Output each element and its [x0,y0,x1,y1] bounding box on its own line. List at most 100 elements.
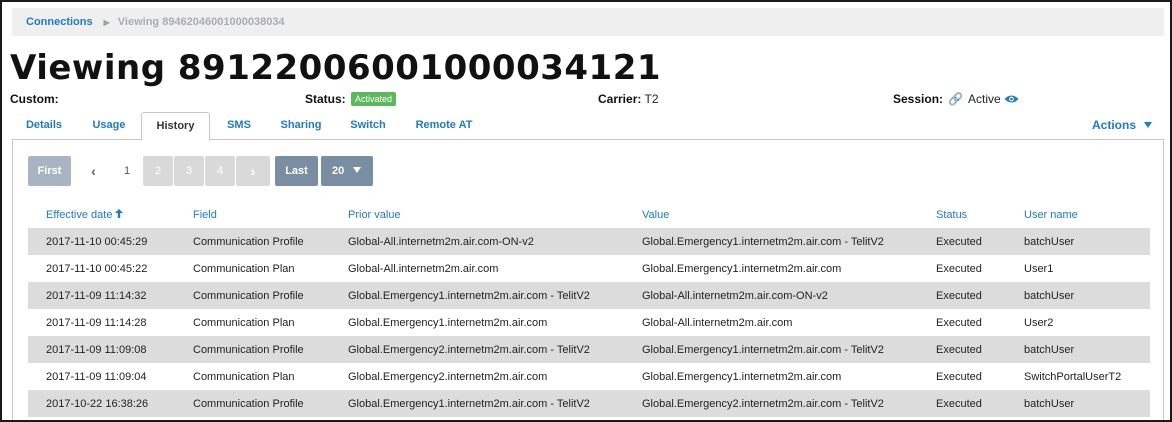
tab-switch[interactable]: Switch [340,112,396,140]
cell-effective-date: 2017-10-22 16:38:26 [46,398,149,410]
column-header-field[interactable]: Field [193,209,217,221]
breadcrumb-connections-link[interactable]: Connections [26,16,93,28]
cell-value: Global.Emergency1.internetm2m.air.com - … [642,236,884,248]
cell-field: Communication Profile [193,236,304,248]
cell-value: Global.Emergency2.internetm2m.air.com - … [642,398,884,410]
cell-status: Executed [936,344,982,356]
history-panel: First ‹ 1 2 3 4 › Last 20 Effective date… [12,140,1164,420]
tab-history[interactable]: History [141,112,210,141]
cell-field: Communication Plan [193,317,295,329]
cell-prior-value: Global.Emergency1.internetm2m.air.com - … [348,290,590,302]
cell-status: Executed [936,263,982,275]
cell-value: Global-All.internetm2m.air.com [642,317,793,329]
tab-bar: Details Usage History SMS Sharing Switch… [12,112,1164,141]
carrier-info: Carrier: T2 [598,92,659,106]
page-button-2[interactable]: 2 [143,156,173,186]
page-size-value: 20 [332,165,345,177]
tab-details[interactable]: Details [12,112,76,140]
cell-effective-date: 2017-11-09 11:14:32 [46,290,147,302]
cell-prior-value: Global.Emergency1.internetm2m.air.com [348,317,548,329]
history-table: Effective date Field Prior value Value S… [28,202,1150,417]
chevron-right-icon: › [250,163,256,179]
breadcrumb-current: Viewing 89462046001000038034 [117,16,285,28]
cell-status: Executed [936,371,982,383]
cell-value: Global-All.internetm2m.air.com-ON-v2 [642,290,828,302]
breadcrumb-separator-icon: ▶ [103,17,110,27]
cell-field: Communication Profile [193,398,304,410]
table-row[interactable]: 2017-10-22 16:38:26 Communication Profile… [28,390,1150,417]
carrier-label: Carrier: [598,92,642,106]
first-page-button[interactable]: First [28,156,71,186]
app-frame: Connections ▶ Viewing 894620460010000380… [0,0,1172,422]
cell-field: Communication Plan [193,371,295,383]
cell-prior-value: Global.Emergency2.internetm2m.air.com - … [348,344,590,356]
cell-status: Executed [936,236,982,248]
table-row[interactable]: 2017-11-09 11:14:28 Communication Plan Glo… [28,309,1150,336]
cell-value: Global.Emergency1.internetm2m.air.com [642,371,842,383]
sort-ascending-icon [115,209,124,221]
table-row[interactable]: 2017-11-10 00:45:29 Communication Profile… [28,228,1150,255]
cell-prior-value: Global.Emergency2.internetm2m.air.com [348,371,548,383]
column-header-effective-date[interactable]: Effective date [46,209,124,221]
cell-user-name: batchUser [1024,344,1075,356]
actions-dropdown[interactable]: Actions [1092,112,1152,138]
cell-effective-date: 2017-11-10 00:45:29 [46,236,148,248]
cell-user-name: SwitchPortalUserT2 [1024,371,1122,383]
session-info: Session: 🔗 Active [893,92,1019,107]
cell-status: Executed [936,290,982,302]
table-body: 2017-11-10 00:45:29 Communication Profile… [28,228,1150,417]
status-label: Status: [305,92,346,106]
column-header-status[interactable]: Status [936,209,967,221]
column-header-value[interactable]: Value [642,209,669,221]
cell-value: Global.Emergency1.internetm2m.air.com [642,263,842,275]
link-icon: 🔗 [948,92,964,106]
cell-user-name: batchUser [1024,398,1075,410]
next-page-button[interactable]: › [236,156,270,186]
page-size-select[interactable]: 20 [321,156,373,186]
chevron-left-icon: ‹ [91,163,96,179]
column-header-prior-value[interactable]: Prior value [348,209,401,221]
prev-page-button[interactable]: ‹ [78,156,109,186]
cell-user-name: User2 [1024,317,1054,329]
table-row[interactable]: 2017-11-09 11:14:32 Communication Profile… [28,282,1150,309]
page-button-1[interactable]: 1 [112,156,142,186]
cell-prior-value: Global-All.internetm2m.air.com-ON-v2 [348,236,534,248]
chevron-down-icon [1144,122,1152,128]
cell-field: Communication Profile [193,290,304,302]
cell-field: Communication Profile [193,344,304,356]
column-header-user-name[interactable]: User name [1024,209,1078,221]
actions-label: Actions [1091,118,1136,132]
tab-sms[interactable]: SMS [216,112,262,140]
eye-icon[interactable] [1004,93,1019,107]
chevron-down-icon [353,167,362,173]
cell-effective-date: 2017-11-09 11:09:08 [46,344,147,356]
page-title: Viewing 89122006001000034121 [10,48,662,88]
breadcrumb: Connections ▶ Viewing 894620460010000380… [12,8,1164,36]
cell-user-name: batchUser [1024,290,1075,302]
tab-usage[interactable]: Usage [78,112,140,140]
status-info: Status: Activated [305,92,397,106]
last-page-button[interactable]: Last [275,156,318,186]
page-button-4[interactable]: 4 [205,156,235,186]
session-value: Active [967,92,1001,106]
custom-label: Custom: [10,92,59,106]
table-row[interactable]: 2017-11-10 00:45:22 Communication Plan Glo… [28,255,1150,282]
table-header: Effective date Field Prior value Value S… [28,202,1150,228]
table-row[interactable]: 2017-11-09 11:09:08 Communication Profile… [28,336,1150,363]
cell-user-name: batchUser [1024,236,1075,248]
cell-status: Executed [936,317,982,329]
tab-sharing[interactable]: Sharing [272,112,330,140]
cell-prior-value: Global-All.internetm2m.air.com [348,263,499,275]
cell-effective-date: 2017-11-09 11:14:28 [46,317,147,329]
cell-effective-date: 2017-11-10 00:45:22 [46,263,148,275]
carrier-value: T2 [644,92,659,106]
table-row[interactable]: 2017-11-09 11:09:04 Communication Plan Glo… [28,363,1150,390]
cell-effective-date: 2017-11-09 11:09:04 [46,371,147,383]
custom-info: Custom: [10,92,59,106]
cell-status: Executed [936,398,982,410]
tab-remote-at[interactable]: Remote AT [406,112,482,140]
page-button-3[interactable]: 3 [174,156,204,186]
cell-field: Communication Plan [193,263,295,275]
status-badge: Activated [351,92,397,106]
column-header-label: Effective date [46,209,113,221]
